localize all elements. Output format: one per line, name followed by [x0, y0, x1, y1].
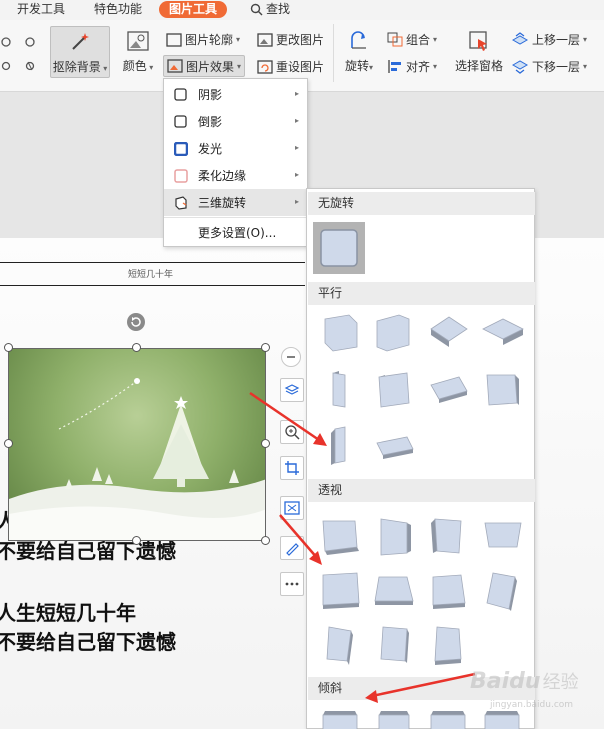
red-arrow-icon: [279, 514, 322, 565]
annotation-arrows: [249, 391, 476, 703]
watermark-suffix: 经验: [542, 672, 579, 693]
red-arrow-icon: [365, 672, 476, 703]
red-arrow-icon: [249, 391, 327, 446]
watermark-url: jingyan.baidu.com: [490, 700, 574, 710]
watermark-brand: Baidu: [470, 669, 541, 694]
baidu-watermark: Baidu 经验: [470, 668, 579, 694]
